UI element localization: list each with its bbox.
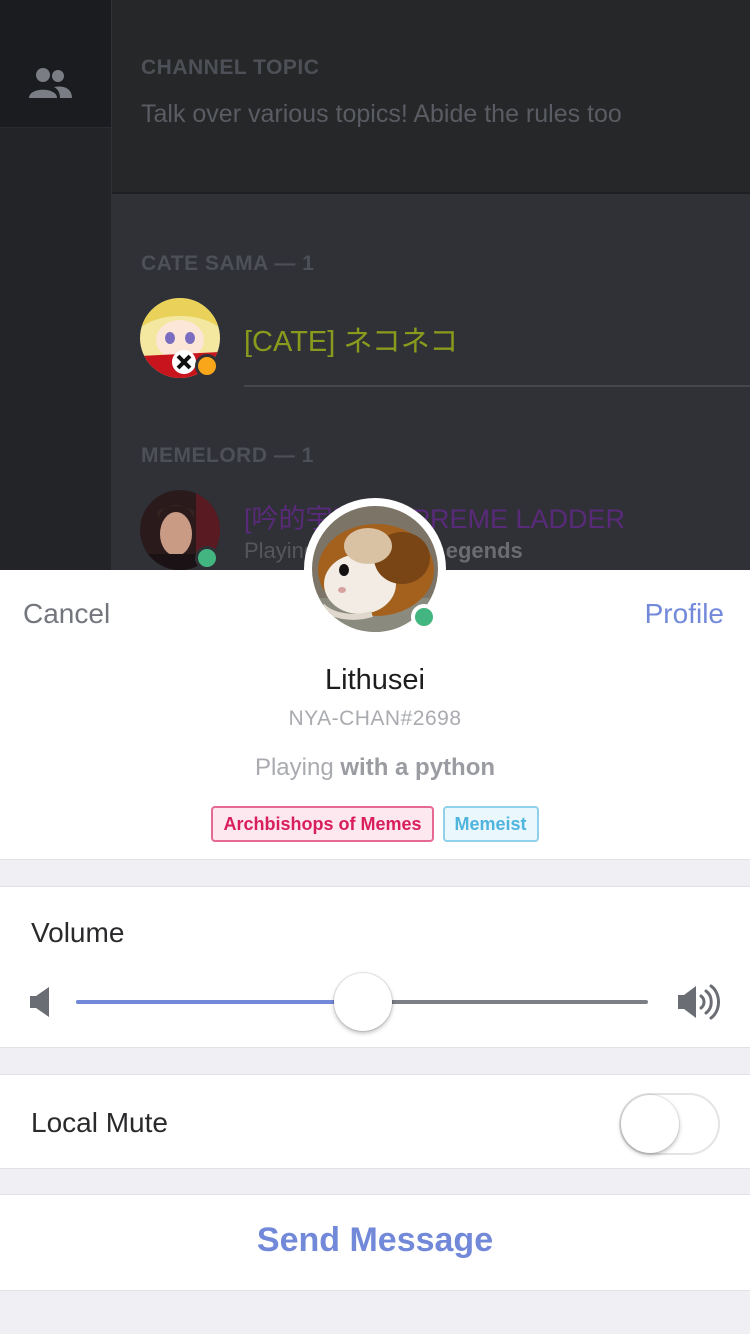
activity-prefix: Playing — [254, 754, 341, 781]
activity-game: with a python — [340, 754, 496, 781]
role-tag: Memeist — [442, 806, 539, 842]
local-mute-toggle[interactable] — [619, 1093, 720, 1155]
members-tab[interactable] — [0, 0, 111, 128]
member-status-idle — [195, 354, 219, 378]
volume-high-icon — [678, 984, 720, 1020]
divider — [244, 385, 750, 387]
send-message-label: Send Message — [256, 1221, 494, 1259]
member-status-online — [195, 546, 219, 570]
profile-avatar-frame — [304, 498, 446, 640]
profile-button[interactable]: Profile — [645, 598, 724, 630]
profile-activity: Playing with a python — [0, 754, 750, 782]
profile-discriminator: NYA-CHAN#2698 — [288, 707, 462, 730]
role-tag: Archbishops of Memes — [211, 806, 434, 842]
volume-low-icon — [30, 987, 49, 1017]
cancel-button[interactable]: Cancel — [23, 598, 110, 630]
channel-topic-panel — [112, 0, 750, 194]
role-group-heading: CATE SAMA — 1 — [141, 252, 315, 275]
channel-topic-heading: CHANNEL TOPIC — [141, 56, 320, 79]
online-status-indicator — [411, 604, 437, 630]
role-group-heading: MEMELORD — 1 — [141, 444, 314, 467]
volume-slider[interactable] — [76, 973, 648, 1031]
local-mute-section: Local Mute — [0, 1074, 750, 1169]
channel-details-background: CHANNEL TOPIC Talk over various topics! … — [0, 0, 750, 570]
volume-slider-fill — [76, 1000, 364, 1004]
profile-username: Lithusei — [325, 664, 425, 696]
role-tags: Archbishops of Memes Memeist — [0, 806, 750, 842]
local-mute-label: Local Mute — [31, 1107, 168, 1138]
volume-slider-thumb[interactable] — [334, 973, 393, 1031]
send-message-button[interactable]: Send Message — [0, 1194, 750, 1291]
members-icon — [29, 68, 72, 98]
volume-label: Volume — [31, 917, 125, 948]
side-rail — [0, 0, 111, 570]
member-name[interactable]: [CATE] ネコネコ — [244, 318, 458, 360]
toggle-knob — [621, 1095, 679, 1153]
channel-topic-text: Talk over various topics! Abide the rule… — [141, 100, 622, 128]
volume-section: Volume — [0, 886, 750, 1048]
